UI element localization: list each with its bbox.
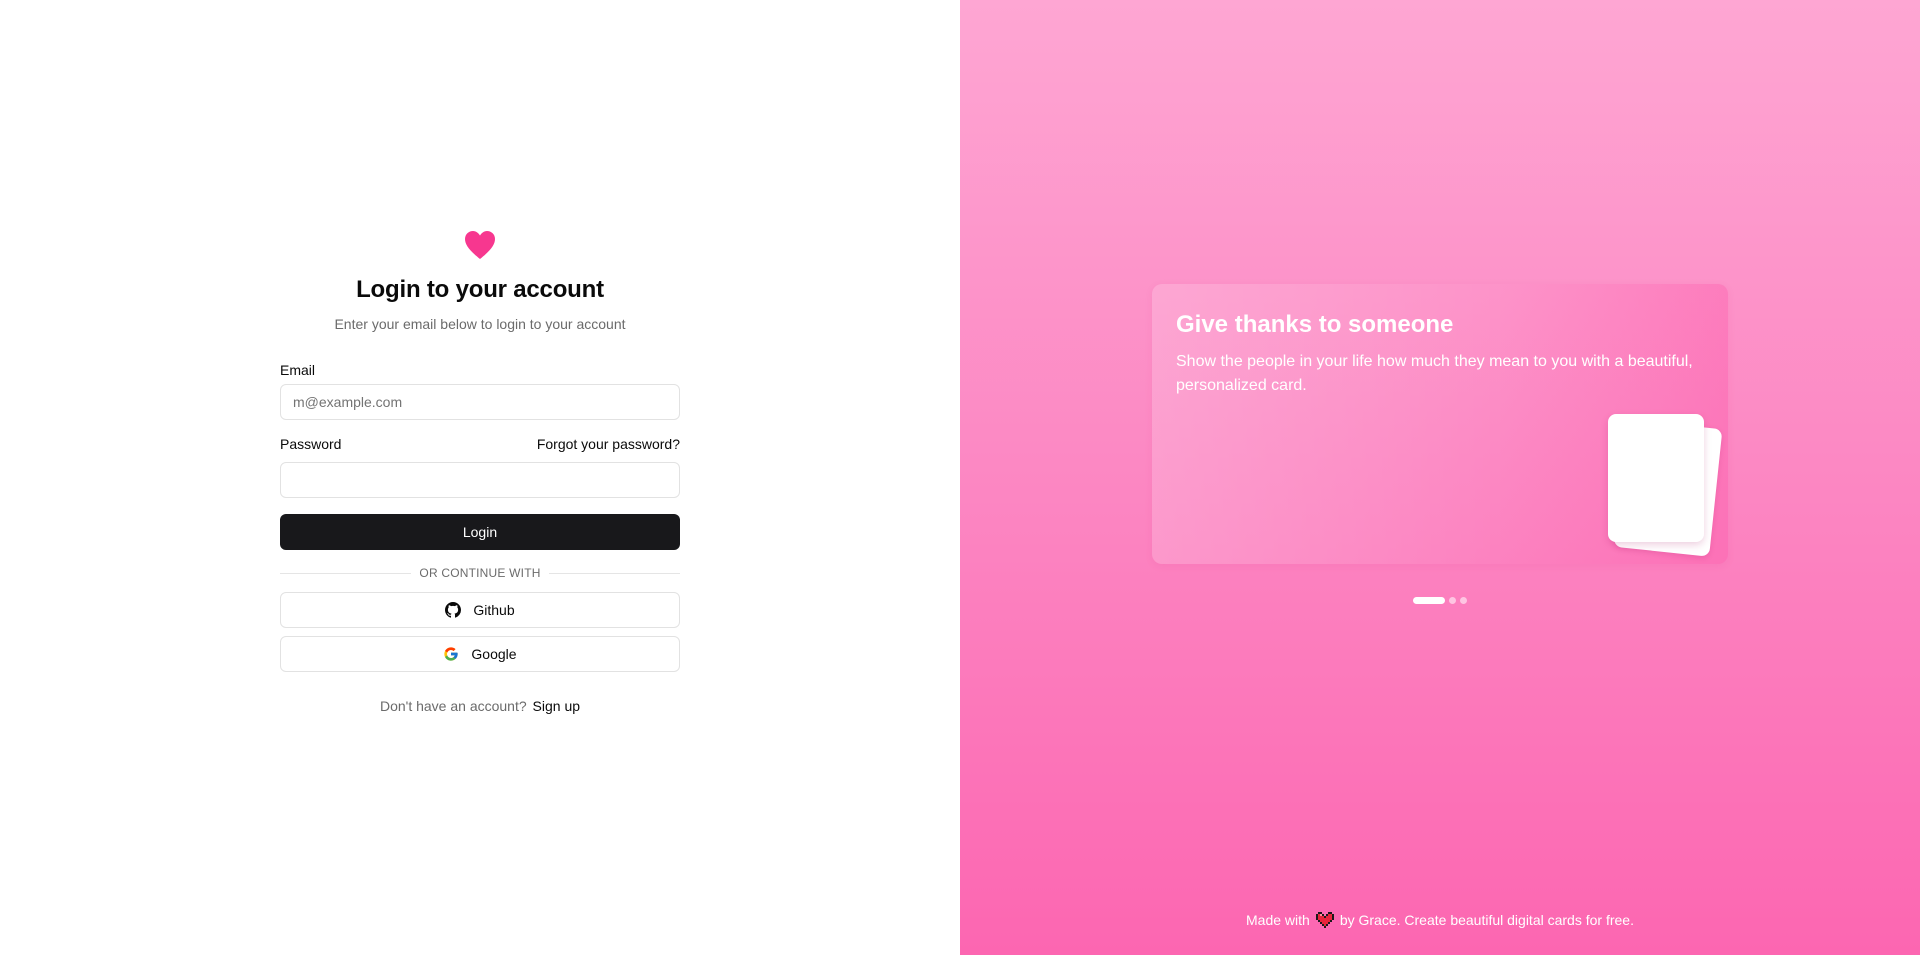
divider-text: OR CONTINUE WITH bbox=[419, 566, 541, 580]
login-form: Login to your account Enter your email b… bbox=[280, 230, 681, 714]
login-button[interactable]: Login bbox=[280, 514, 680, 550]
card-stack-illustration bbox=[1606, 407, 1723, 557]
carousel-dot-2[interactable] bbox=[1449, 597, 1456, 604]
carousel-dot-3[interactable] bbox=[1460, 597, 1467, 604]
email-label: Email bbox=[280, 362, 316, 378]
pixel-heart-icon bbox=[1315, 912, 1334, 928]
footer: Made with by Grace. Create beautiful dig… bbox=[960, 912, 1920, 928]
google-icon bbox=[443, 646, 459, 662]
login-page: Login to your account Enter your email b… bbox=[0, 0, 1920, 955]
carousel-dots bbox=[960, 597, 1920, 604]
signup-prompt: Don't have an account? bbox=[379, 698, 527, 714]
login-panel: Login to your account Enter your email b… bbox=[0, 0, 960, 955]
promo-card: Give thanks to someone Show the people i… bbox=[1152, 284, 1728, 564]
carousel-dot-1[interactable] bbox=[1413, 597, 1445, 604]
promo-card-title: Give thanks to someone bbox=[1176, 311, 1454, 338]
email-input[interactable] bbox=[280, 384, 680, 420]
signup-row: Don't have an account? Sign up bbox=[280, 698, 680, 714]
github-button[interactable]: Github bbox=[280, 592, 680, 628]
password-input[interactable] bbox=[280, 462, 680, 498]
card-stack-front bbox=[1608, 414, 1704, 542]
promo-panel: Give thanks to someone Show the people i… bbox=[960, 0, 1920, 955]
or-divider: OR CONTINUE WITH bbox=[280, 566, 681, 580]
password-label: Password bbox=[280, 436, 342, 452]
google-button[interactable]: Google bbox=[280, 636, 680, 672]
heart-icon bbox=[465, 231, 495, 259]
page-subtitle: Enter your email below to login to your … bbox=[334, 316, 626, 332]
github-label: Github bbox=[473, 602, 515, 618]
password-label-row: Password Forgot your password? bbox=[280, 436, 680, 452]
email-label-row: Email bbox=[280, 362, 680, 378]
divider-line-left bbox=[280, 572, 412, 574]
page-title: Login to your account bbox=[356, 276, 604, 303]
logo bbox=[280, 230, 680, 262]
footer-prefix: Made with bbox=[1246, 912, 1310, 928]
footer-suffix: by Grace. Create beautiful digital cards… bbox=[1339, 912, 1634, 928]
divider-line-right bbox=[548, 572, 681, 574]
github-icon bbox=[445, 602, 462, 618]
forgot-password-link[interactable]: Forgot your password? bbox=[537, 436, 680, 452]
promo-card-description: Show the people in your life how much th… bbox=[1176, 353, 1693, 394]
signup-link[interactable]: Sign up bbox=[533, 698, 580, 714]
google-label: Google bbox=[471, 646, 517, 662]
